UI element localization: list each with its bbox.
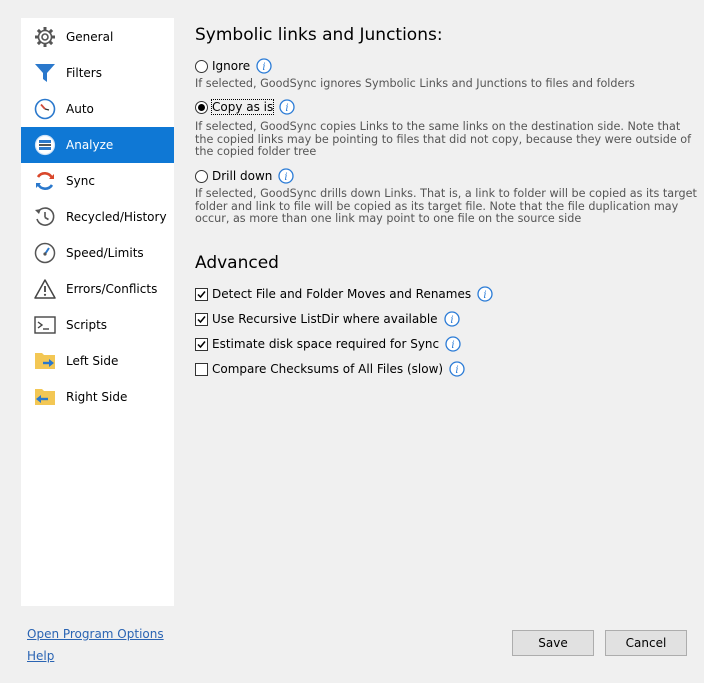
svg-text:i: i xyxy=(263,62,266,73)
gauge-icon xyxy=(33,241,57,265)
cancel-button[interactable]: Cancel xyxy=(605,630,687,656)
sidebar-item-analyze[interactable]: Analyze xyxy=(21,127,174,163)
estimate-disk-option[interactable]: Estimate disk space required for Sync i xyxy=(195,335,461,353)
info-icon[interactable]: i xyxy=(279,99,295,115)
sidebar-item-speed-limits[interactable]: Speed/Limits xyxy=(21,235,174,271)
terminal-icon xyxy=(33,313,57,337)
analyze-panel: Symbolic links and Junctions: Ignore i I… xyxy=(195,0,704,600)
svg-text:i: i xyxy=(484,290,487,301)
sidebar-item-errors-conflicts[interactable]: Errors/Conflicts xyxy=(21,271,174,307)
sync-icon xyxy=(33,169,57,193)
sidebar-item-left-side[interactable]: Left Side xyxy=(21,343,174,379)
ignore-radio[interactable] xyxy=(195,59,208,73)
sidebar-item-general[interactable]: General xyxy=(21,19,174,55)
sidebar-item-auto[interactable]: Auto xyxy=(21,91,174,127)
folder-right-icon xyxy=(33,349,57,373)
funnel-icon xyxy=(33,61,57,85)
help-link[interactable]: Help xyxy=(27,649,54,663)
symlinks-title: Symbolic links and Junctions: xyxy=(195,25,443,45)
compare-checksums-option[interactable]: Compare Checksums of All Files (slow) i xyxy=(195,360,465,378)
svg-text:i: i xyxy=(456,365,459,376)
warning-icon xyxy=(33,277,57,301)
copy-as-is-label[interactable]: Copy as is xyxy=(210,99,275,115)
sidebar-item-right-side[interactable]: Right Side xyxy=(21,379,174,415)
ignore-description: If selected, GoodSync ignores Symbolic L… xyxy=(195,77,635,90)
compare-checksums-label[interactable]: Compare Checksums of All Files (slow) xyxy=(212,362,443,376)
advanced-title: Advanced xyxy=(195,253,279,273)
ignore-label[interactable]: Ignore xyxy=(212,59,250,73)
analyze-icon xyxy=(33,133,57,157)
svg-text:i: i xyxy=(452,340,455,351)
save-button[interactable]: Save xyxy=(512,630,594,656)
sidebar-item-label: Sync xyxy=(66,174,95,188)
sidebar-item-label: Recycled/History xyxy=(66,210,167,224)
sidebar-item-label: Speed/Limits xyxy=(66,246,144,260)
ignore-option[interactable]: Ignore i xyxy=(195,57,272,75)
sidebar-item-label: Filters xyxy=(66,66,102,80)
detect-moves-label[interactable]: Detect File and Folder Moves and Renames xyxy=(212,287,471,301)
drill-down-radio[interactable] xyxy=(195,169,208,183)
sidebar-item-label: Auto xyxy=(66,102,94,116)
detect-moves-checkbox[interactable] xyxy=(195,287,208,301)
copy-as-is-radio[interactable] xyxy=(195,100,208,114)
compare-checksums-checkbox[interactable] xyxy=(195,362,208,376)
sidebar: General Filters Auto Analyze Sync Recycl… xyxy=(21,18,174,606)
svg-text:i: i xyxy=(286,103,289,114)
estimate-disk-checkbox[interactable] xyxy=(195,337,208,351)
sidebar-item-filters[interactable]: Filters xyxy=(21,55,174,91)
sidebar-item-label: Analyze xyxy=(66,138,114,152)
copy-as-is-description: If selected, GoodSync copies Links to th… xyxy=(195,120,692,159)
recursive-listdir-option[interactable]: Use Recursive ListDir where available i xyxy=(195,310,460,328)
sidebar-item-label: Scripts xyxy=(66,318,108,332)
history-icon xyxy=(33,205,57,229)
sidebar-item-label: Errors/Conflicts xyxy=(66,282,158,296)
sidebar-item-scripts[interactable]: Scripts xyxy=(21,307,174,343)
folder-left-icon xyxy=(33,385,57,409)
info-icon[interactable]: i xyxy=(278,168,295,184)
info-icon[interactable]: i xyxy=(443,311,460,327)
recursive-listdir-checkbox[interactable] xyxy=(195,312,208,326)
drill-down-option[interactable]: Drill down i xyxy=(195,167,295,185)
drill-down-label[interactable]: Drill down xyxy=(212,169,272,183)
detect-moves-option[interactable]: Detect File and Folder Moves and Renames… xyxy=(195,285,493,303)
info-icon[interactable]: i xyxy=(477,286,493,302)
drill-down-description: If selected, GoodSync drills down Links.… xyxy=(195,187,697,226)
info-icon[interactable]: i xyxy=(445,336,461,352)
open-program-options-link[interactable]: Open Program Options xyxy=(27,627,164,641)
gear-icon xyxy=(33,25,57,49)
clock-icon xyxy=(33,97,57,121)
recursive-listdir-label[interactable]: Use Recursive ListDir where available xyxy=(212,312,438,326)
sidebar-item-sync[interactable]: Sync xyxy=(21,163,174,199)
sidebar-item-label: Left Side xyxy=(66,354,119,368)
sidebar-item-label: Right Side xyxy=(66,390,128,404)
info-icon[interactable]: i xyxy=(256,58,272,74)
sidebar-item-label: General xyxy=(66,30,114,44)
estimate-disk-label[interactable]: Estimate disk space required for Sync xyxy=(212,337,439,351)
copy-as-is-option[interactable]: Copy as is i xyxy=(195,98,295,116)
svg-text:i: i xyxy=(285,172,288,183)
svg-text:i: i xyxy=(450,315,453,326)
info-icon[interactable]: i xyxy=(449,361,465,377)
sidebar-item-recycled-history[interactable]: Recycled/History xyxy=(21,199,174,235)
